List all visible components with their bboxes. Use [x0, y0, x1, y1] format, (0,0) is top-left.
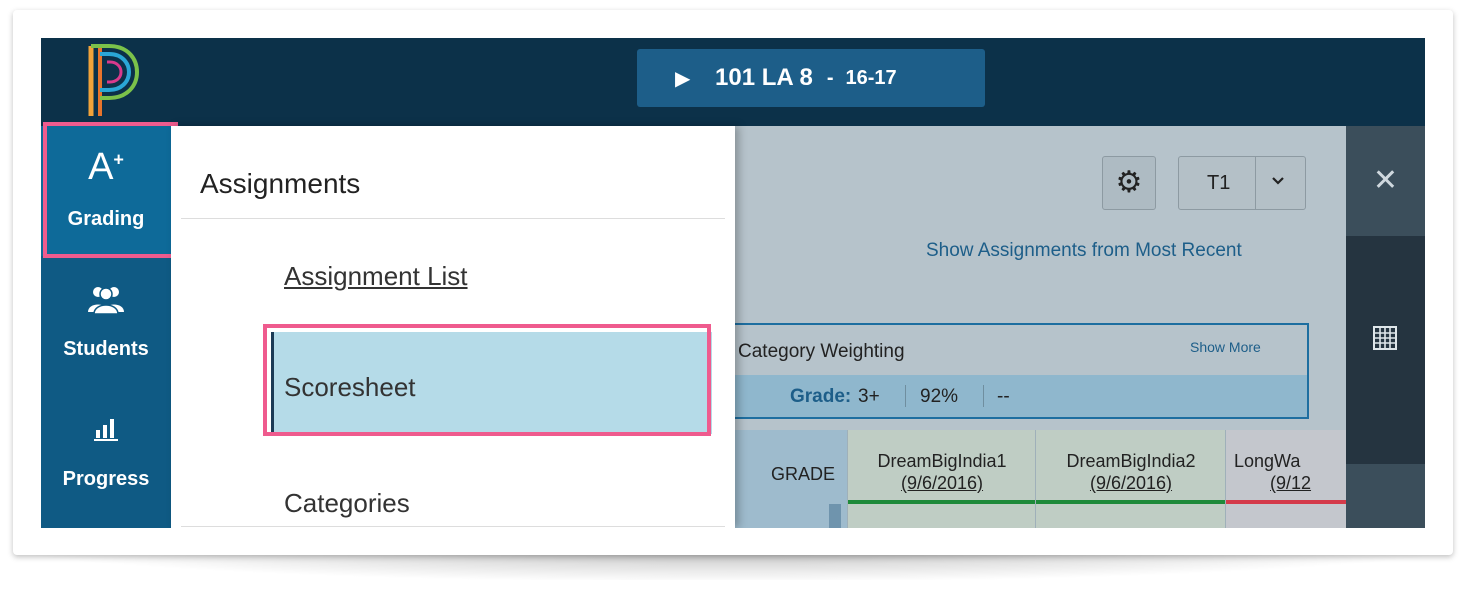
grade-extra: --	[997, 386, 1010, 407]
menu-title: Assignments	[200, 168, 361, 199]
menu-divider	[181, 526, 725, 527]
term-value: T1	[1207, 172, 1231, 194]
menu-item-categories[interactable]: Categories	[284, 488, 410, 519]
class-separator: -	[826, 66, 834, 89]
grade-column-label: GRADE	[770, 464, 835, 484]
assignment-color-bar	[848, 500, 1036, 504]
grade-value: 3+	[858, 386, 880, 407]
category-weighting-box: Category Weighting Show More Grade: 3+ 9…	[722, 323, 1309, 419]
grade-column-header[interactable]: GRADE	[735, 430, 847, 528]
grade-divider	[983, 385, 984, 407]
chevron-down-icon	[1271, 169, 1285, 199]
app-window: ▶ 101 LA 8 - 16-17 A+ Grading Students P…	[41, 38, 1425, 528]
assignment-column-header[interactable]: DreamBigIndia1 (9/6/2016)	[847, 430, 1036, 528]
assignment-color-bar	[1226, 500, 1346, 504]
powerschool-logo-icon	[88, 44, 140, 116]
nav-item-students[interactable]: Students	[41, 256, 171, 386]
column-menu-icon[interactable]	[829, 504, 841, 528]
close-button[interactable]: ✕	[1346, 126, 1425, 236]
grade-summary-bar: Grade: 3+ 92% --	[724, 375, 1307, 417]
settings-button[interactable]: ⚙	[1102, 156, 1156, 210]
rail-footer	[1346, 464, 1425, 528]
nav-item-students-label: Students	[63, 338, 149, 360]
assignment-column-title: DreamBigIndia2 (9/6/2016)	[1066, 451, 1196, 493]
assignment-column-header[interactable]: DreamBigIndia2 (9/6/2016)	[1035, 430, 1226, 528]
right-rail: ✕	[1346, 126, 1425, 528]
term-divider	[1255, 157, 1256, 209]
grade-divider	[905, 385, 906, 407]
grade-label: Grade:	[790, 386, 852, 407]
students-icon	[41, 284, 171, 321]
menu-divider	[181, 218, 725, 219]
class-name: 101 LA 8	[715, 64, 813, 91]
close-icon: ✕	[1372, 164, 1399, 197]
nav-item-progress[interactable]: Progress	[41, 386, 171, 528]
grid-view-button[interactable]	[1346, 236, 1425, 464]
category-weighting-title: Category Weighting	[738, 341, 905, 362]
assignment-column-title: DreamBigIndia1 (9/6/2016)	[877, 451, 1007, 493]
class-term: 16-17	[845, 66, 897, 89]
progress-icon	[41, 416, 171, 449]
grade-percent: 92%	[920, 386, 959, 407]
grading-highlight-box	[43, 122, 178, 258]
assignment-color-bar	[1036, 500, 1226, 504]
term-select[interactable]: T1	[1178, 156, 1306, 210]
nav-item-progress-label: Progress	[62, 468, 150, 490]
play-icon: ▶	[675, 67, 691, 90]
assignment-column-header[interactable]: LongWa (9/12	[1225, 430, 1346, 528]
assignment-column-title: LongWa (9/12	[1234, 451, 1312, 493]
menu-item-assignment-list[interactable]: Assignment List	[284, 261, 468, 292]
show-assignments-link[interactable]: Show Assignments from Most Recent	[926, 240, 1242, 262]
gear-icon: ⚙	[1115, 166, 1143, 199]
grid-icon	[1373, 326, 1397, 350]
scoresheet-highlight-box	[263, 324, 711, 436]
top-bar: ▶ 101 LA 8 - 16-17	[41, 38, 1425, 126]
show-more-link[interactable]: Show More	[1190, 339, 1261, 355]
assignments-menu-panel: Assignments Assignment List Scoresheet C…	[171, 126, 735, 528]
class-selector-button[interactable]: ▶ 101 LA 8 - 16-17	[637, 49, 985, 107]
